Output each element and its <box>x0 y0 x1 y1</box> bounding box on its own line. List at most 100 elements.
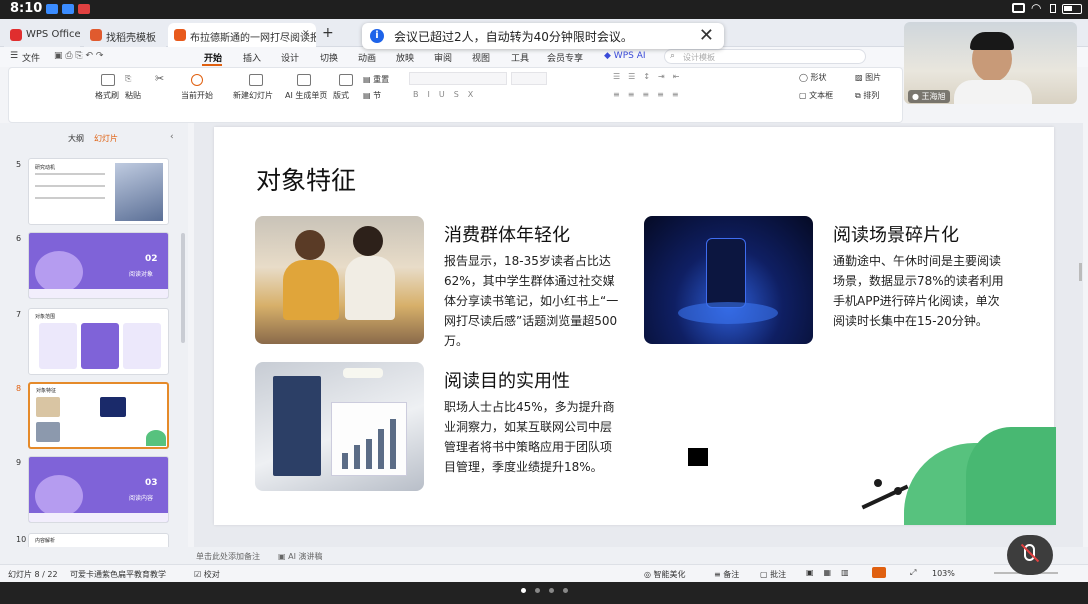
beautify-icon: ◎ <box>644 570 654 579</box>
text-format-buttons[interactable]: BIUSX <box>413 90 482 99</box>
menu-item-design[interactable]: 设计 <box>281 51 299 64</box>
format-painter-button[interactable]: 格式刷 <box>95 90 119 101</box>
business-chart-image <box>255 362 424 491</box>
menu-item-review[interactable]: 审阅 <box>434 51 452 64</box>
outline-tab[interactable]: 大纲 <box>68 133 84 144</box>
active-tab-indicator <box>202 64 222 66</box>
add-tab-button[interactable]: + <box>322 25 334 41</box>
slide-thumbnail-6[interactable]: 02 阅读对象 <box>28 232 169 299</box>
smart-beautify-button[interactable]: ◎ 智能美化 <box>644 569 686 580</box>
arrange-label: 排列 <box>863 91 880 100</box>
cut-icon[interactable]: ✂ <box>155 72 164 85</box>
thumb-section-number: 03 <box>145 478 158 488</box>
tab-document[interactable]: 布拉德斯通的一网打尽阅读报告 <box>168 23 316 47</box>
fit-window-icon[interactable]: ⤢ <box>910 568 916 578</box>
page-indicator-dot <box>521 588 526 593</box>
slide-thumbnail-7[interactable]: 对象范围 <box>28 308 169 375</box>
chart-card <box>331 402 407 476</box>
hamburger-icon[interactable]: ☰ <box>10 51 18 61</box>
participant-hair <box>970 32 1014 50</box>
slide[interactable]: 对象特征 消费群体年轻化 报告显示，18-35岁读者占比达62%，其中学生群体通… <box>214 127 1056 525</box>
menu-item-view[interactable]: 视图 <box>472 51 490 64</box>
close-icon[interactable]: ✕ <box>699 25 714 46</box>
battery-icon <box>1062 4 1082 14</box>
arrange-button[interactable]: ⧉ 排列 <box>855 90 879 101</box>
shape-button[interactable]: ◯ 形状 <box>799 72 827 83</box>
align-buttons[interactable]: ≡≡≡≡≡ <box>613 90 687 99</box>
participant-video[interactable]: ● 王海旭 <box>904 22 1077 104</box>
menu-item-transition[interactable]: 切换 <box>320 51 338 64</box>
search-box[interactable]: ⌕ 设计模板 <box>664 49 866 64</box>
copy-icon[interactable]: ⎘ <box>125 74 131 84</box>
comment-button[interactable]: ▢ 批注 <box>760 569 786 580</box>
screen: 8:10 ◠ WPS Office 找稻壳模板 布拉德斯通的一网打尽阅读报告 ✕… <box>0 0 1088 604</box>
ai-icon: ◆ <box>604 51 614 61</box>
new-slide-button[interactable]: 新建幻灯片 <box>233 90 273 101</box>
file-menu[interactable]: 文件 <box>22 51 40 64</box>
view-mode-buttons[interactable]: ▣▦▥ <box>806 568 859 577</box>
play-icon <box>191 74 203 86</box>
quick-access-toolbar[interactable]: ▣ ⎙ ⎘ ↶ ↷ <box>54 51 103 61</box>
menu-item-animation[interactable]: 动画 <box>358 51 376 64</box>
list-buttons[interactable]: ☰☰↕⇥⇤ <box>613 72 687 81</box>
wps-ai-button[interactable]: ◆ WPS AI <box>604 51 646 61</box>
thumb-number: 5 <box>16 160 22 169</box>
slides-tab[interactable]: 幻灯片 <box>94 133 118 144</box>
notes-toggle-button[interactable]: ≡ 备注 <box>714 569 739 580</box>
ai-speech-button[interactable]: ▣ AI 演讲稿 <box>278 551 322 562</box>
picture-label: 图片 <box>865 73 882 82</box>
slide-thumbnail-5[interactable]: 研究动机 <box>28 158 169 225</box>
comment-label: 批注 <box>770 570 787 579</box>
chart-bar <box>390 419 396 469</box>
reset-icon: ▤ <box>363 75 374 84</box>
textbox-button[interactable]: ▢ 文本框 <box>799 90 833 101</box>
meeting-notice-toast: i 会议已超过2人，自动转为40分钟限时会议。 ✕ <box>362 23 724 49</box>
collapse-panel-icon[interactable]: ‹ <box>170 132 174 142</box>
menu-item-member[interactable]: 会员专享 <box>547 51 583 64</box>
canvas-scrollbar[interactable] <box>1079 263 1082 281</box>
zoom-level[interactable]: 103% <box>932 569 955 578</box>
thumb-text-line <box>35 197 105 199</box>
section-button[interactable]: ▤ 节 <box>363 90 381 101</box>
notes-bar: 单击此处添加备注 ▣ AI 演讲稿 <box>0 547 1088 564</box>
picture-button[interactable]: ▨ 图片 <box>855 72 881 83</box>
chart-bar <box>354 445 360 469</box>
thumb-text-line <box>35 185 105 187</box>
font-size-select[interactable] <box>511 72 547 85</box>
picture-icon: ▨ <box>855 73 866 82</box>
vibrate-icon <box>1050 4 1056 13</box>
participant-shirt <box>954 80 1032 104</box>
slide-thumbnail-8[interactable]: 对象特征 <box>28 382 169 449</box>
tab-template[interactable]: 找稻壳模板 <box>84 23 166 47</box>
thumb-card <box>39 323 77 369</box>
current-start-button[interactable]: 当前开始 <box>181 90 213 101</box>
layout-button[interactable]: 版式 <box>333 90 349 101</box>
mute-microphone-button[interactable] <box>1007 535 1053 575</box>
menu-item-slideshow[interactable]: 放映 <box>396 51 414 64</box>
reset-button[interactable]: ▤ 重置 <box>363 74 389 85</box>
thumb-title: 对象特征 <box>36 388 57 394</box>
info-icon: i <box>370 29 384 43</box>
ai-single-page-button[interactable]: AI 生成单页 <box>285 90 327 101</box>
slideshow-play-button[interactable] <box>872 567 886 578</box>
panel-scrollbar[interactable] <box>181 233 185 343</box>
tab-label: WPS Office <box>26 29 80 40</box>
notes-label: 备注 <box>723 570 740 579</box>
slide-thumbnail-9[interactable]: 03 阅读内容 <box>28 456 169 523</box>
search-input[interactable]: 设计模板 <box>683 52 715 63</box>
font-family-select[interactable] <box>409 72 507 85</box>
menu-item-insert[interactable]: 插入 <box>243 51 261 64</box>
menu-item-home[interactable]: 开始 <box>204 51 222 64</box>
clock: 8:10 <box>10 1 43 16</box>
theme-name[interactable]: 可爱卡通紫色扁平教育教学 <box>70 569 166 580</box>
proofread-button[interactable]: ☑ 校对 <box>194 569 220 580</box>
person-body <box>345 256 395 320</box>
menu-item-tools[interactable]: 工具 <box>511 51 529 64</box>
layout-icon <box>339 74 353 86</box>
close-tab-icon[interactable]: ✕ <box>302 29 310 39</box>
speech-icon: ▣ <box>278 552 289 561</box>
microphone-icon: ● <box>912 92 922 101</box>
tab-wps-office[interactable]: WPS Office <box>4 23 80 47</box>
notes-input[interactable]: 单击此处添加备注 <box>196 551 260 562</box>
paste-button[interactable]: 粘贴 <box>125 90 141 101</box>
